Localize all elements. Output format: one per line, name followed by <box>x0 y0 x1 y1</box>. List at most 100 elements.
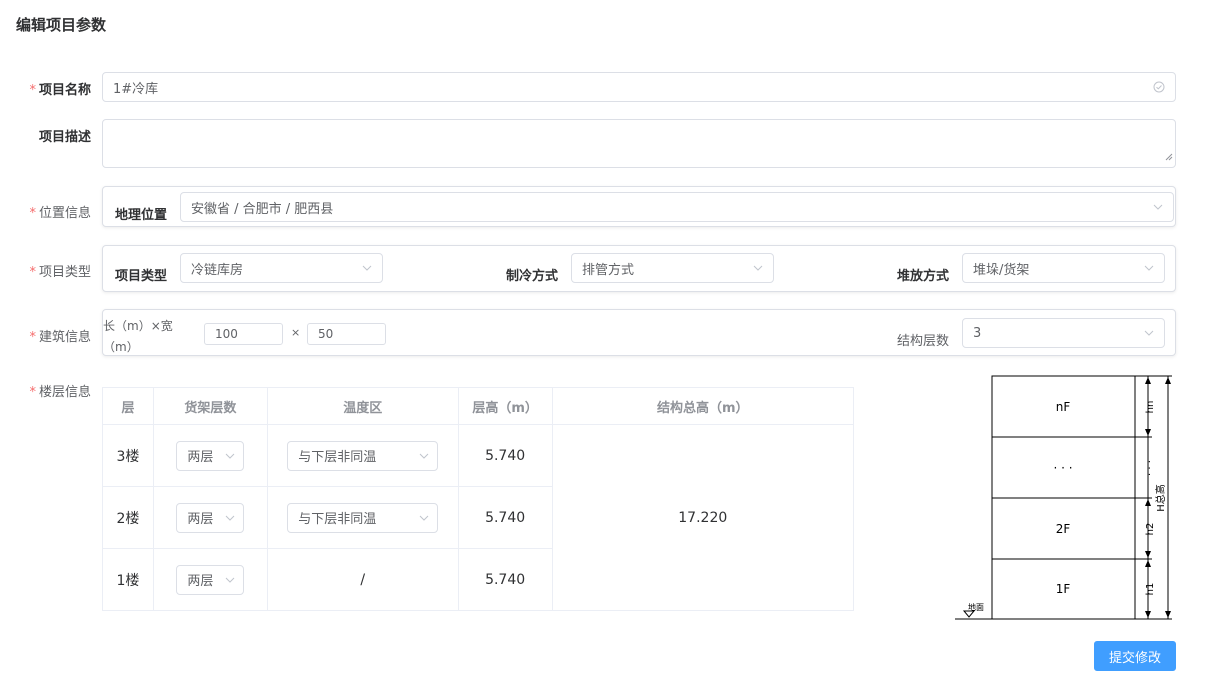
project-name-value: 1#冷库 <box>113 81 159 97</box>
submit-button[interactable]: 提交修改 <box>1094 641 1176 671</box>
required-mark: * <box>29 330 36 345</box>
project-desc-textarea[interactable] <box>102 119 1176 168</box>
width-input[interactable]: 50 <box>307 323 386 345</box>
building-label-text: 建筑信息 <box>38 330 91 345</box>
dim-label: h2 <box>1145 523 1156 536</box>
building-group: 长（m）×宽 （m） 100 × 50 结构层数 3 <box>102 309 1176 356</box>
project-type-value: 冷链库房 <box>191 262 244 278</box>
project-desc-label: 项目描述 <box>16 126 91 145</box>
dim-label: · · · <box>1145 460 1156 476</box>
stacking-label: 堆放方式 <box>897 269 950 284</box>
rack-cell: 两层 <box>152 424 268 487</box>
length-input[interactable]: 100 <box>204 323 283 345</box>
project-type-select[interactable]: 冷链库房 <box>180 253 383 283</box>
project-name-input[interactable]: 1#冷库 <box>102 72 1176 102</box>
width-value: 50 <box>318 327 334 341</box>
chevron-down-icon <box>225 453 235 459</box>
ground-label: 地面 <box>968 602 984 612</box>
diagram-floor-label: 1F <box>1056 582 1071 596</box>
temp-cell: / <box>266 548 459 611</box>
required-mark: * <box>29 206 36 221</box>
floor-info-label: * 楼层信息 <box>16 381 91 400</box>
page-title: 编辑项目参数 <box>16 16 107 34</box>
project-type-label-text: 项目类型 <box>38 265 91 280</box>
diagram-floor-label: nF <box>1056 400 1071 414</box>
chevron-down-icon <box>753 265 763 271</box>
temp-cell: 与下层非同温 <box>266 486 459 549</box>
structure-floors-select[interactable]: 3 <box>962 318 1165 348</box>
resize-handle-icon[interactable] <box>1165 150 1173 165</box>
chevron-down-icon <box>225 577 235 583</box>
location-group: 地理位置 安徽省 / 合肥市 / 肥西县 <box>102 186 1176 227</box>
rack-select[interactable]: 两层 <box>176 564 245 595</box>
dim-label: hn <box>1145 401 1156 414</box>
floor-cell: 1楼 <box>102 548 154 611</box>
floor-info-label-text: 楼层信息 <box>38 385 91 400</box>
stacking-select[interactable]: 堆垛/货架 <box>962 253 1165 283</box>
chevron-down-icon <box>1153 204 1163 210</box>
table-header-row: 层 货架层数 温度区 层高（m） 结构总高（m） <box>102 387 855 425</box>
rack-cell: 两层 <box>152 548 268 611</box>
size-label: 长（m）×宽 （m） <box>103 314 173 360</box>
type-label: 项目类型 <box>115 269 168 284</box>
rack-cell: 两层 <box>152 486 268 549</box>
chevron-down-icon <box>225 515 235 521</box>
table-header: 结构总高（m） <box>551 387 855 425</box>
required-mark: * <box>29 265 36 280</box>
rack-value: 两层 <box>187 574 214 589</box>
required-mark: * <box>29 83 36 98</box>
structure-floors-value: 3 <box>973 325 982 341</box>
location-label-text: 位置信息 <box>38 206 91 221</box>
project-type-group: 项目类型 冷链库房 制冷方式 排管方式 堆放方式 堆垛/货架 <box>102 245 1176 292</box>
chevron-down-icon <box>419 453 429 459</box>
total-height-cell: 17.220 <box>551 424 855 611</box>
table-header: 货架层数 <box>152 387 268 425</box>
rack-select[interactable]: 两层 <box>176 440 245 471</box>
cooling-select[interactable]: 排管方式 <box>571 253 774 283</box>
project-desc-label-text: 项目描述 <box>38 130 91 145</box>
stacking-value: 堆垛/货架 <box>973 262 1030 278</box>
rack-value: 两层 <box>187 512 214 527</box>
project-type-label: * 项目类型 <box>16 261 91 280</box>
project-name-label: * 项目名称 <box>16 79 91 98</box>
building-diagram: nF · · · 2F 1F hn · · · h2 h1 H总高 地面 <box>955 375 1172 620</box>
chevron-down-icon <box>1144 265 1154 271</box>
diagram-floor-label: 2F <box>1056 522 1071 536</box>
geo-location-label: 地理位置 <box>115 208 168 223</box>
temp-select[interactable]: 与下层非同温 <box>287 440 439 471</box>
table-header: 温度区 <box>266 387 459 425</box>
cooling-value: 排管方式 <box>582 262 635 278</box>
building-label: * 建筑信息 <box>16 326 91 345</box>
cooling-label: 制冷方式 <box>506 269 559 284</box>
height-cell: 5.740 <box>457 486 553 549</box>
required-mark: * <box>29 385 36 400</box>
chevron-down-icon <box>419 515 429 521</box>
temp-select[interactable]: 与下层非同温 <box>287 502 439 533</box>
table-header: 层高（m） <box>457 387 553 425</box>
floor-cell: 2楼 <box>102 486 154 549</box>
floor-table: 层 货架层数 温度区 层高（m） 结构总高（m） 3楼 两层 与下层非同温 5.… <box>102 387 855 611</box>
temp-value: 与下层非同温 <box>298 450 377 465</box>
project-name-label-text: 项目名称 <box>38 83 91 98</box>
table-row: 3楼 两层 与下层非同温 5.740 17.220 <box>102 424 855 611</box>
rack-value: 两层 <box>187 450 214 465</box>
structure-floors-label: 结构层数 <box>897 334 950 349</box>
diagram-floor-label: · · · <box>1053 461 1072 475</box>
geo-location-select[interactable]: 安徽省 / 合肥市 / 肥西县 <box>180 192 1174 222</box>
length-value: 100 <box>215 327 238 341</box>
chevron-down-icon <box>1144 330 1154 336</box>
dim-label: h1 <box>1145 583 1156 596</box>
rack-select[interactable]: 两层 <box>176 502 245 533</box>
total-height-label: H总高 <box>1154 484 1167 512</box>
location-label: * 位置信息 <box>16 202 91 221</box>
temp-value: 与下层非同温 <box>298 512 377 527</box>
table-header: 层 <box>102 387 154 425</box>
times-sign: × <box>291 326 301 339</box>
height-cell: 5.740 <box>457 548 553 611</box>
geo-location-value: 安徽省 / 合肥市 / 肥西县 <box>191 201 334 217</box>
temp-cell: 与下层非同温 <box>266 424 459 487</box>
floor-cell: 3楼 <box>102 424 154 487</box>
height-cell: 5.740 <box>457 424 553 487</box>
check-circle-icon <box>1153 81 1165 93</box>
chevron-down-icon <box>362 265 372 271</box>
